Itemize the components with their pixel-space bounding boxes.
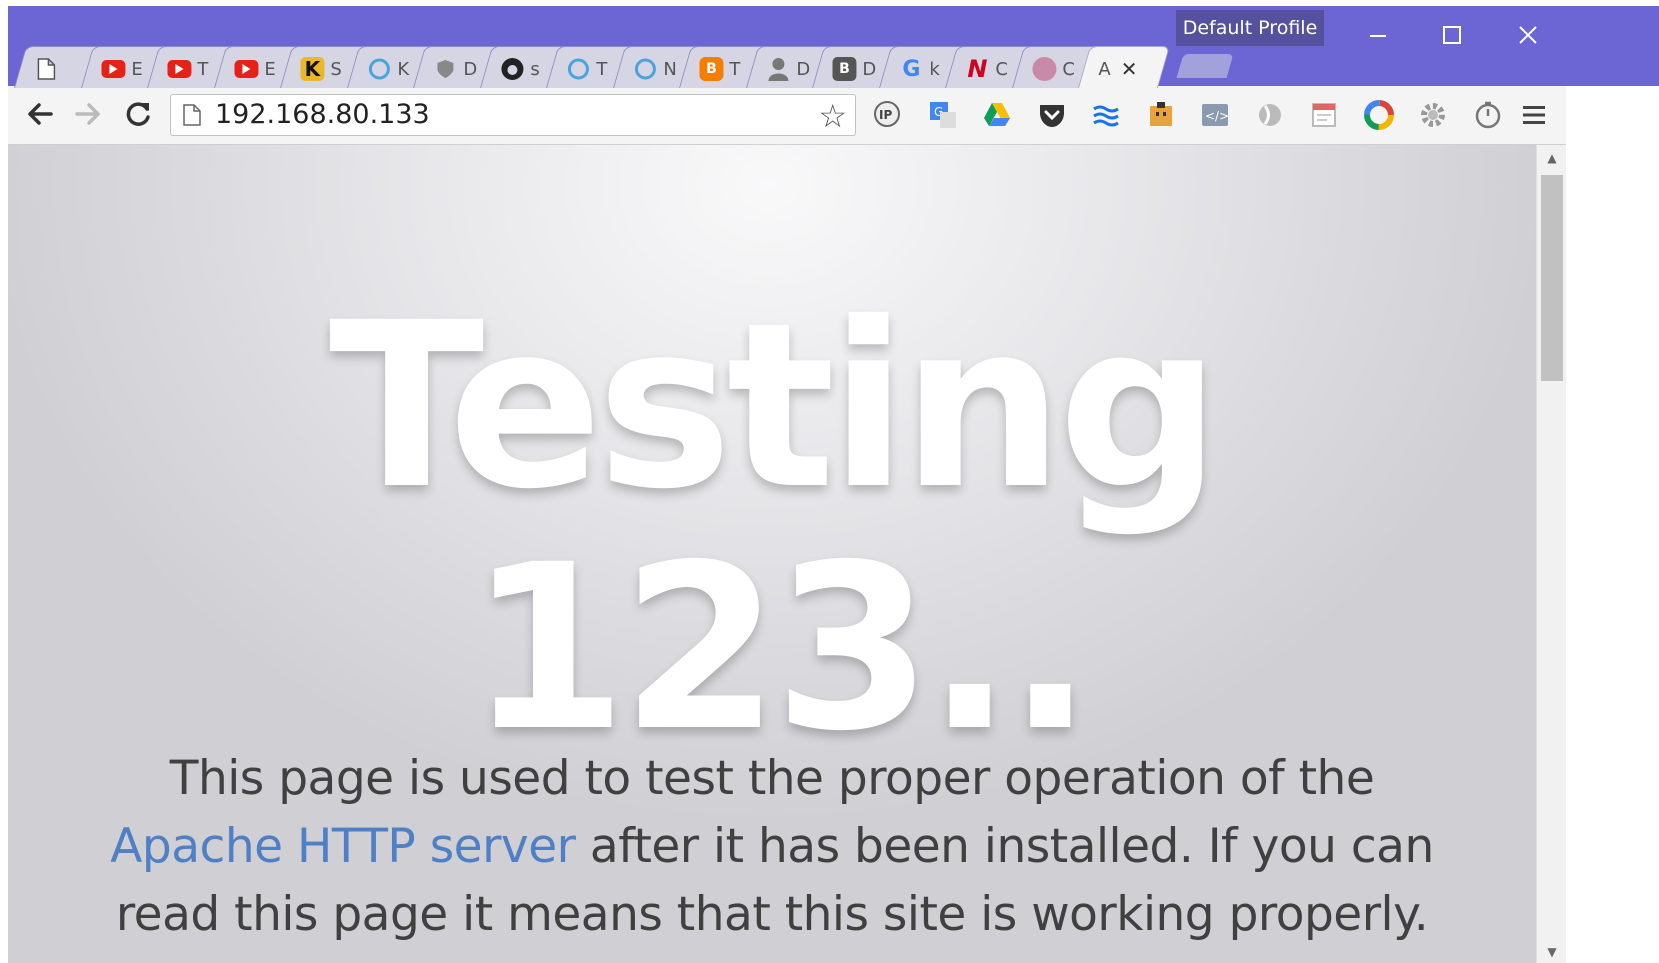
back-arrow-icon xyxy=(28,103,53,125)
reload-icon xyxy=(126,102,150,126)
toolbar: 192.168.80.133 ☆ IP G </> xyxy=(8,86,1659,145)
blank-page-icon xyxy=(34,57,58,81)
forward-arrow-icon xyxy=(75,103,100,125)
wordpress-icon xyxy=(566,57,590,81)
tab-title: A xyxy=(1098,58,1111,80)
description-line-2: Apache HTTP server after it has been ins… xyxy=(8,813,1536,881)
tab-title: T xyxy=(197,58,209,80)
k-icon: K xyxy=(300,57,325,81)
ip-icon[interactable]: IP xyxy=(872,99,904,131)
avatar-icon xyxy=(1031,57,1056,81)
n-icon: N xyxy=(967,56,988,82)
maximize-button[interactable] xyxy=(1424,10,1480,60)
tab-title: s xyxy=(529,58,540,80)
page-content: Testing 123.. This page is used to test … xyxy=(8,145,1536,963)
code-icon[interactable]: </> xyxy=(1199,99,1231,131)
vertical-scrollbar[interactable]: ▲ ▼ xyxy=(1536,145,1566,963)
minimize-button[interactable] xyxy=(1350,10,1406,60)
bookmark-star-icon[interactable]: ☆ xyxy=(818,97,847,135)
circle-icon xyxy=(367,57,391,81)
shield-icon xyxy=(433,57,457,81)
tab-title: D xyxy=(795,58,810,80)
window-edge xyxy=(1566,86,1659,963)
close-window-button[interactable] xyxy=(1500,10,1556,60)
address-bar[interactable]: 192.168.80.133 ☆ xyxy=(170,94,856,136)
drive-icon[interactable] xyxy=(981,99,1013,131)
menu-button[interactable] xyxy=(1518,99,1550,131)
pocket-icon[interactable] xyxy=(1036,99,1068,131)
tab-title: D xyxy=(862,58,877,80)
tab-title: T xyxy=(729,58,741,80)
browser-tab[interactable]: A ✕ xyxy=(1077,46,1171,88)
svg-text:</>: </> xyxy=(1205,109,1229,123)
description-line-3: read this page it means that this site i… xyxy=(115,887,1429,942)
blogger-icon: B xyxy=(699,57,724,81)
forward-button[interactable] xyxy=(70,96,106,132)
browser-window: E T E K S K Ds T N B T D B D Gk N C C A ✕ Default Profile 1… xyxy=(8,6,1659,963)
timer-icon[interactable] xyxy=(1472,99,1504,131)
new-tab-button[interactable] xyxy=(1176,54,1234,78)
profile-button[interactable]: Default Profile xyxy=(1176,10,1324,46)
reload-button[interactable] xyxy=(120,96,156,132)
tab-title: N xyxy=(662,58,677,80)
tab-title: T xyxy=(596,58,608,80)
gear-icon[interactable] xyxy=(1417,99,1449,131)
description: This page is used to test the proper ope… xyxy=(8,745,1536,949)
youtube-icon xyxy=(233,60,258,78)
tab-strip: E T E K S K Ds T N B T D B D Gk N C C A ✕ xyxy=(8,6,1659,90)
tab-close-icon[interactable]: ✕ xyxy=(1121,57,1138,82)
translate-icon[interactable]: G xyxy=(927,99,959,131)
back-button[interactable] xyxy=(22,96,58,132)
tab-title: C xyxy=(995,58,1009,80)
svg-text:IP: IP xyxy=(879,108,892,122)
u-icon xyxy=(633,57,657,81)
apache-link[interactable]: Apache HTTP server xyxy=(110,819,576,874)
google-icon: G xyxy=(901,56,920,82)
calendar-icon[interactable] xyxy=(1308,99,1340,131)
colorwheel-icon[interactable] xyxy=(1363,99,1395,131)
waves-icon[interactable] xyxy=(1090,99,1122,131)
box-icon[interactable] xyxy=(1145,99,1177,131)
tab-title: E xyxy=(130,58,143,80)
hamburger-menu-icon xyxy=(1523,106,1545,124)
close-icon xyxy=(1519,26,1537,44)
drop-icon[interactable] xyxy=(1254,99,1286,131)
hero-title: Testing xyxy=(328,273,1221,539)
maximize-icon xyxy=(1443,26,1461,44)
page-icon xyxy=(183,104,201,126)
description-line-2-text: after it has been installed. If you can xyxy=(575,819,1434,874)
scroll-down-icon[interactable]: ▼ xyxy=(1537,945,1567,959)
b-icon: B xyxy=(832,57,857,81)
tab-title: E xyxy=(263,58,276,80)
tab-title: K xyxy=(396,58,409,80)
scroll-up-icon[interactable]: ▲ xyxy=(1537,151,1567,165)
tab-title: D xyxy=(463,58,478,80)
person-icon xyxy=(766,57,790,81)
github-icon xyxy=(500,57,524,81)
hero-subtitle: 123.. xyxy=(468,515,1093,781)
url-text: 192.168.80.133 xyxy=(215,99,430,130)
minimize-icon xyxy=(1370,35,1386,37)
youtube-icon xyxy=(167,60,192,78)
scroll-thumb[interactable] xyxy=(1541,175,1563,381)
tab-title: S xyxy=(330,58,342,80)
youtube-icon xyxy=(100,60,125,78)
tab-title: k xyxy=(928,58,940,80)
tab-title: C xyxy=(1061,58,1075,80)
description-line-1: This page is used to test the proper ope… xyxy=(169,751,1375,806)
